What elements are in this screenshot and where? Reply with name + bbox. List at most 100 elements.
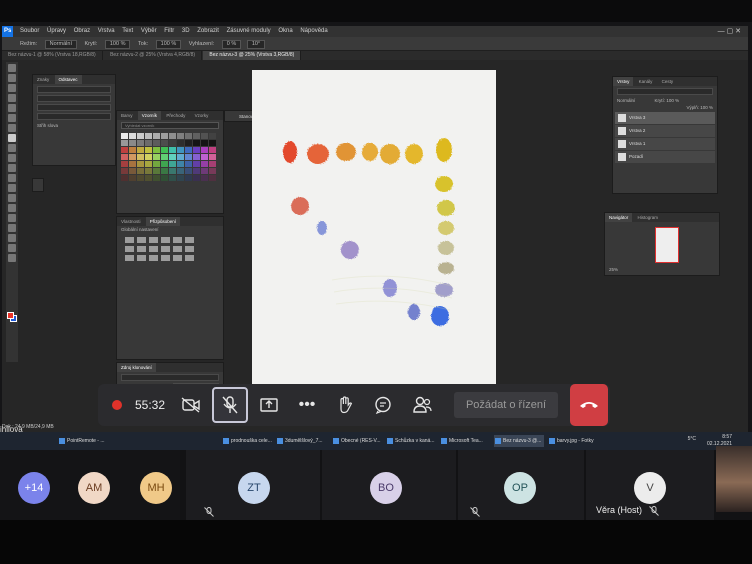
taskbar-item[interactable]: Bez názvu-3 @... <box>494 435 545 447</box>
color-swatch[interactable] <box>153 133 160 139</box>
blur-tool-icon[interactable] <box>8 184 16 192</box>
layer-row[interactable]: Vrstva 2 <box>615 125 715 137</box>
swatch-search-input[interactable]: Vyhledat vzorník <box>121 122 219 129</box>
tab-histogram[interactable]: Histogram <box>634 213 663 222</box>
text-tool-icon[interactable] <box>8 214 16 222</box>
menu-help[interactable]: Nápověda <box>297 26 330 37</box>
color-swatch[interactable] <box>137 133 144 139</box>
brush-presets[interactable] <box>117 233 223 265</box>
menu-plugins[interactable]: Zásuvné moduly <box>224 26 274 37</box>
layer-row[interactable]: Vrstva 1 <box>615 138 715 150</box>
more-participants-avatar[interactable]: +14 <box>18 472 50 504</box>
color-swatch[interactable] <box>153 175 160 181</box>
gradient-tool-icon[interactable] <box>8 174 16 182</box>
color-swatch[interactable] <box>145 147 152 153</box>
dodge-tool-icon[interactable] <box>8 194 16 202</box>
participant-tile[interactable]: OP <box>458 450 584 520</box>
color-swatch[interactable] <box>193 133 200 139</box>
color-swatch[interactable] <box>169 140 176 146</box>
color-swatch[interactable] <box>185 175 192 181</box>
opacity-field[interactable]: 100 % <box>104 40 131 49</box>
color-swatch[interactable] <box>193 168 200 174</box>
request-control-button[interactable]: Požádat o řízení <box>454 392 558 418</box>
tab-customization[interactable]: Přizpůsobení <box>145 217 181 226</box>
color-swatch[interactable] <box>193 161 200 167</box>
spacing-field[interactable] <box>37 104 111 111</box>
color-swatch[interactable] <box>161 161 168 167</box>
color-swatch[interactable] <box>145 133 152 139</box>
menu-text[interactable]: Text <box>119 26 136 37</box>
menu-file[interactable]: Soubor <box>17 26 42 37</box>
menu-view[interactable]: Zobrazit <box>194 26 222 37</box>
mode-select[interactable]: Normální <box>44 40 77 49</box>
hang-up-button[interactable] <box>570 384 608 426</box>
color-swatch[interactable] <box>201 161 208 167</box>
color-swatch[interactable] <box>161 140 168 146</box>
color-swatch[interactable] <box>129 147 136 153</box>
color-swatch[interactable] <box>193 147 200 153</box>
color-swatch[interactable] <box>185 140 192 146</box>
swatch-grid[interactable] <box>117 131 223 183</box>
share-button[interactable] <box>256 384 282 426</box>
navigator-thumbnail[interactable] <box>655 227 679 263</box>
color-swatch[interactable] <box>209 175 216 181</box>
tab-paragraph[interactable]: Odstavec <box>54 75 82 84</box>
layer-opacity-field[interactable]: 100 % <box>666 98 679 103</box>
color-swatch[interactable] <box>209 168 216 174</box>
color-swatch[interactable] <box>137 154 144 160</box>
eraser-tool-icon[interactable] <box>8 164 16 172</box>
color-swatch[interactable] <box>169 175 176 181</box>
color-swatch[interactable] <box>177 175 184 181</box>
weather-temperature[interactable]: 5°C <box>688 436 696 442</box>
color-swatch[interactable] <box>137 140 144 146</box>
color-swatch[interactable] <box>201 147 208 153</box>
color-picker-icon[interactable] <box>7 312 17 322</box>
brush-tool-icon[interactable] <box>8 134 16 142</box>
color-swatch[interactable] <box>201 133 208 139</box>
layer-filter-row[interactable] <box>617 88 713 95</box>
mute-button[interactable] <box>210 384 250 426</box>
color-swatch[interactable] <box>161 154 168 160</box>
color-swatch[interactable] <box>137 175 144 181</box>
color-swatch[interactable] <box>121 154 128 160</box>
color-swatch[interactable] <box>121 133 128 139</box>
hyphenation-checkbox[interactable]: Střih slova <box>33 122 115 129</box>
color-swatch[interactable] <box>169 147 176 153</box>
color-swatch[interactable] <box>185 133 192 139</box>
path-select-icon[interactable] <box>8 224 16 232</box>
color-swatch[interactable] <box>185 147 192 153</box>
more-options-button[interactable]: ••• <box>294 384 320 426</box>
avatar[interactable]: MH <box>140 472 172 504</box>
color-swatch[interactable] <box>193 154 200 160</box>
color-swatch[interactable] <box>193 140 200 146</box>
menu-window[interactable]: Okna <box>275 26 295 37</box>
fill-field[interactable]: 100 % <box>700 105 713 110</box>
tab-document-1[interactable]: Bez názvu-1 @ 58% (Vrstva 18,RGB/8) <box>2 51 103 60</box>
color-swatch[interactable] <box>137 161 144 167</box>
tab-properties[interactable]: Vlastnosti <box>117 217 145 226</box>
taskbar-item[interactable]: PointRemote - ... <box>58 435 108 447</box>
color-swatch[interactable] <box>129 154 136 160</box>
self-view-video[interactable] <box>716 446 752 512</box>
tab-paths[interactable]: Cesty <box>658 77 678 86</box>
color-swatch[interactable] <box>153 140 160 146</box>
layer-row[interactable]: Pozadí <box>615 151 715 163</box>
navigator-zoom[interactable]: 25% <box>605 266 622 273</box>
color-swatch[interactable] <box>121 168 128 174</box>
color-swatch[interactable] <box>153 168 160 174</box>
color-swatch[interactable] <box>153 147 160 153</box>
tab-gradients[interactable]: Přechody <box>162 111 189 120</box>
smoothing-field[interactable]: 0 % <box>221 40 242 49</box>
color-swatch[interactable] <box>209 161 216 167</box>
taskbar-item[interactable]: Schůzka v kaná... <box>386 435 437 447</box>
color-swatch[interactable] <box>129 168 136 174</box>
crop-tool-icon[interactable] <box>8 104 16 112</box>
window-controls-icon[interactable]: — ▢ ✕ <box>715 26 744 37</box>
color-swatch[interactable] <box>177 154 184 160</box>
tab-navigator[interactable]: Navigátor <box>605 213 633 222</box>
tab-swatches[interactable]: Vzorník <box>137 111 162 120</box>
menu-layer[interactable]: Vrstva <box>95 26 118 37</box>
history-brush-icon[interactable] <box>8 154 16 162</box>
color-swatch[interactable] <box>169 161 176 167</box>
taskbar-item[interactable]: 3dumělšlový_7... <box>276 435 326 447</box>
